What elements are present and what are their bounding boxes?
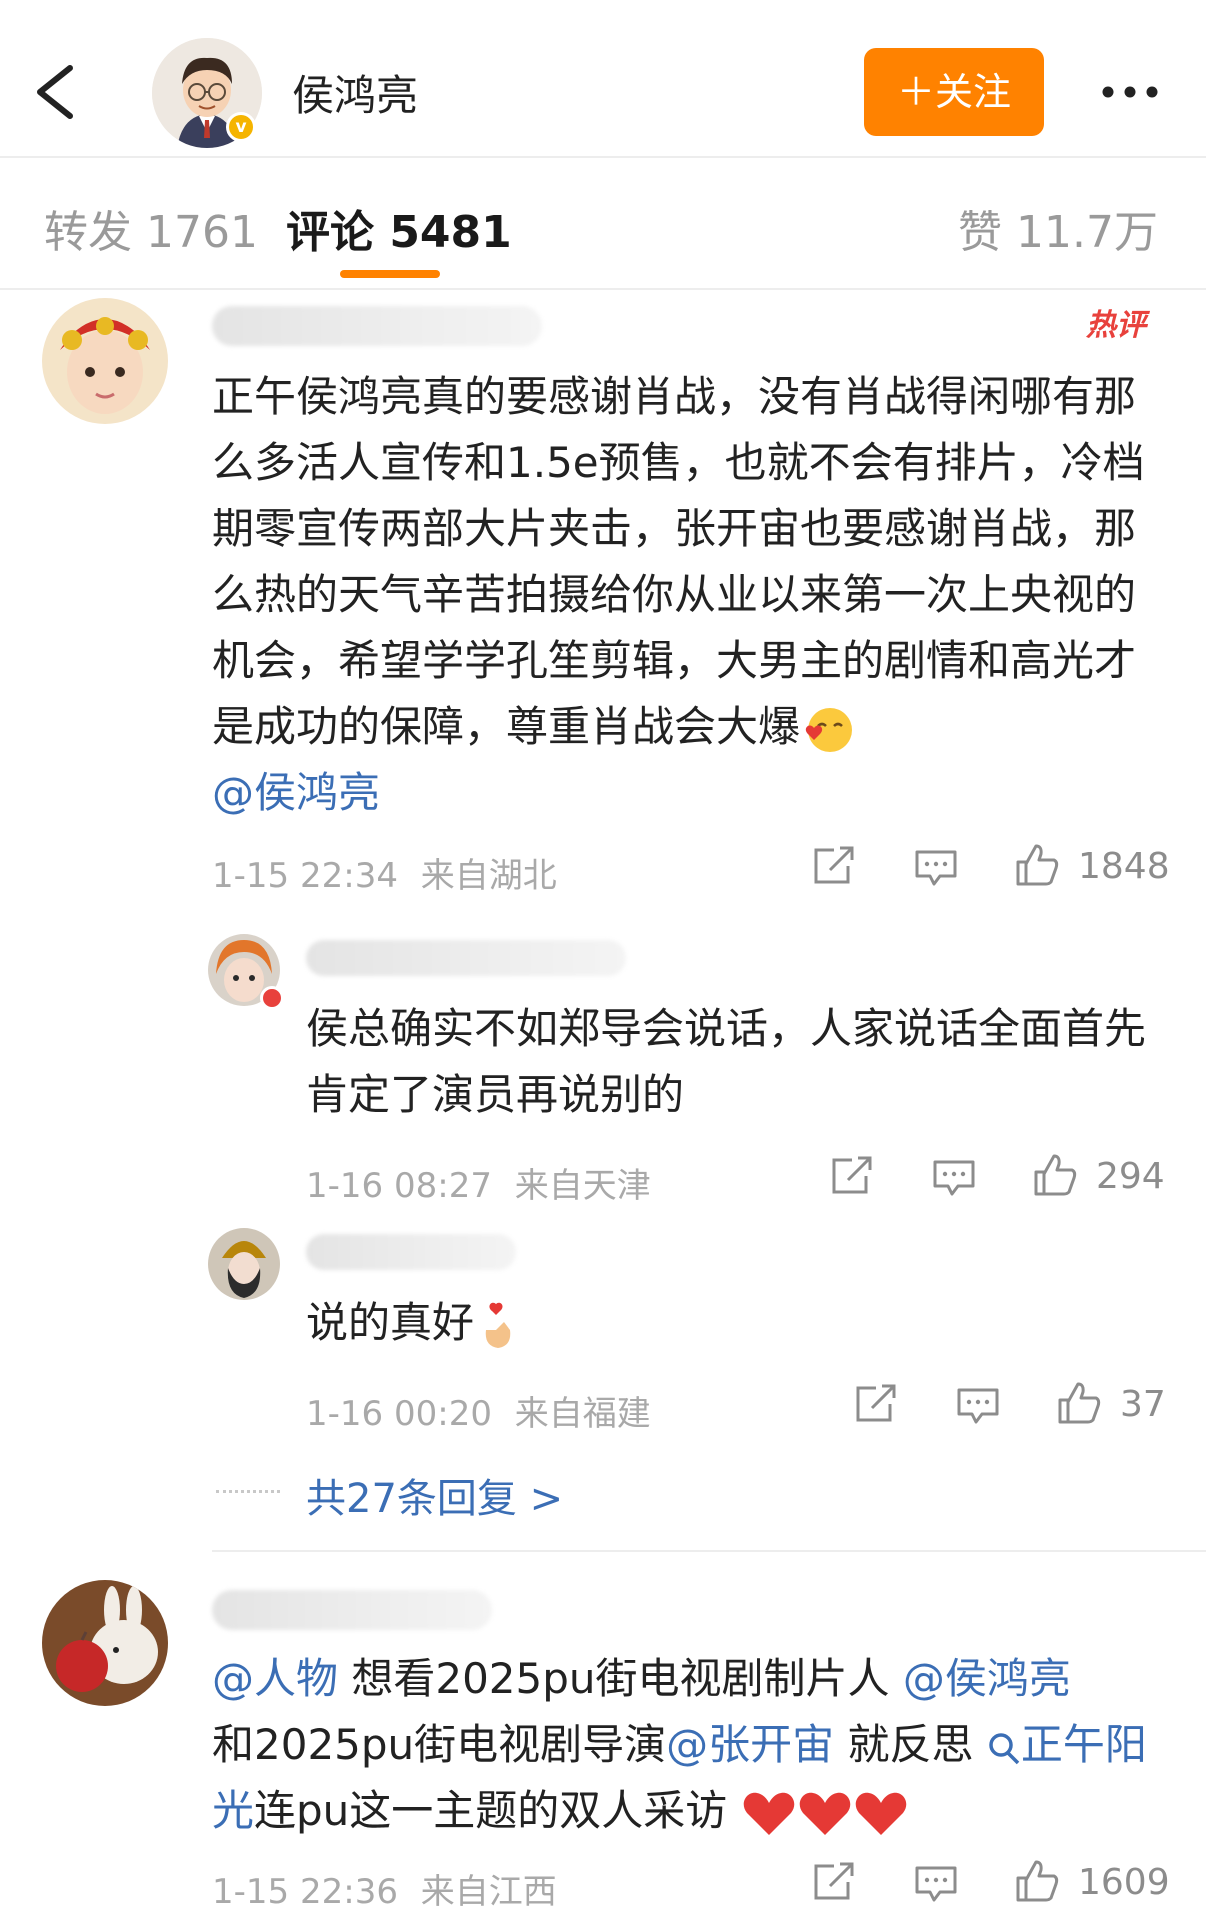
tabs-divider (0, 288, 1206, 290)
like-icon[interactable] (1014, 1858, 1060, 1904)
commenter-name-blurred[interactable] (212, 1590, 492, 1630)
hot-comment-badge: 热评 (1086, 308, 1146, 343)
like-count: 294 (1096, 1156, 1165, 1197)
heart-icon (743, 1792, 794, 1835)
header-divider (0, 156, 1206, 158)
tab-active-indicator (340, 270, 440, 278)
like-icon[interactable] (1014, 842, 1060, 888)
reply-meta: 1-16 08:27 来自天津 (306, 1158, 651, 1207)
tab-likes[interactable]: 赞 11.7万 (958, 196, 1158, 260)
like-count: 1848 (1078, 846, 1170, 887)
more-replies-link[interactable]: 共27条回复 > (306, 1466, 563, 1524)
heart-icon (799, 1792, 850, 1835)
share-icon[interactable] (812, 1862, 856, 1902)
mention-link[interactable]: @人物 (212, 1654, 338, 1703)
comment-location: 来自江西 (420, 1872, 557, 1912)
reply-time: 1-16 00:20 (306, 1394, 492, 1434)
comment-icon[interactable] (914, 848, 958, 888)
search-icon (989, 1732, 1020, 1764)
reply-location: 来自福建 (514, 1394, 651, 1434)
reply-meta: 1-16 00:20 来自福建 (306, 1386, 651, 1435)
mention-link[interactable]: @侯鸿亮 (903, 1654, 1071, 1703)
dotted-separator (216, 1490, 280, 1497)
commenter-name-blurred[interactable] (212, 306, 542, 346)
replier-name-blurred[interactable] (306, 1234, 516, 1270)
replier-name-blurred[interactable] (306, 940, 626, 976)
commenter-avatar[interactable] (42, 298, 168, 424)
mention-link[interactable]: @张开宙 (666, 1720, 834, 1769)
reply-time: 1-16 08:27 (306, 1166, 492, 1206)
comment-meta: 1-15 22:36 来自江西 (212, 1864, 557, 1913)
comment-icon[interactable] (914, 1864, 958, 1904)
back-icon[interactable] (30, 62, 80, 122)
share-icon[interactable] (854, 1384, 898, 1424)
heart-icon (855, 1792, 906, 1835)
kiss-emoji-icon (805, 707, 853, 752)
replier-avatar[interactable] (208, 1228, 280, 1300)
comment-divider (212, 1550, 1206, 1552)
commenter-avatar[interactable] (42, 1580, 168, 1706)
like-icon[interactable] (1032, 1152, 1078, 1198)
mention-link[interactable]: @侯鸿亮 (212, 768, 380, 817)
like-count: 37 (1120, 1384, 1166, 1425)
share-icon[interactable] (812, 846, 856, 886)
comment-icon[interactable] (956, 1386, 1000, 1426)
finger-heart-emoji-icon (485, 1302, 511, 1348)
comment-meta: 1-15 22:34 来自湖北 (212, 848, 557, 897)
reply-text: 说的真好 (306, 1290, 1166, 1356)
header-username[interactable]: 侯鸿亮 (292, 62, 418, 123)
tab-repost[interactable]: 转发 1761 (44, 196, 258, 260)
comment-time: 1-15 22:34 (212, 856, 398, 896)
more-icon[interactable] (1098, 72, 1162, 112)
comment-text: @人物 想看2025pu街电视剧制片人 @侯鸿亮 和2025pu街电视剧导演@张… (212, 1646, 1172, 1844)
follow-button[interactable]: ＋关注 (864, 48, 1044, 136)
like-count: 1609 (1078, 1862, 1170, 1903)
verified-badge-icon: v (226, 112, 256, 142)
comment-location: 来自湖北 (420, 856, 557, 896)
reply-text: 侯总确实不如郑导会说话，人家说话全面首先肯定了演员再说别的 (306, 1004, 1147, 1119)
tab-comments[interactable]: 评论 5481 (286, 196, 512, 260)
comment-text: 正午侯鸿亮真的要感谢肖战，没有肖战得闲哪有那么多活人宣传和1.5e预售，也就不会… (212, 372, 1145, 817)
comment-time: 1-15 22:36 (212, 1872, 398, 1912)
reply-location: 来自天津 (514, 1166, 651, 1206)
comment-icon[interactable] (932, 1158, 976, 1198)
share-icon[interactable] (830, 1156, 874, 1196)
like-icon[interactable] (1056, 1380, 1102, 1426)
member-badge-icon (260, 986, 284, 1010)
